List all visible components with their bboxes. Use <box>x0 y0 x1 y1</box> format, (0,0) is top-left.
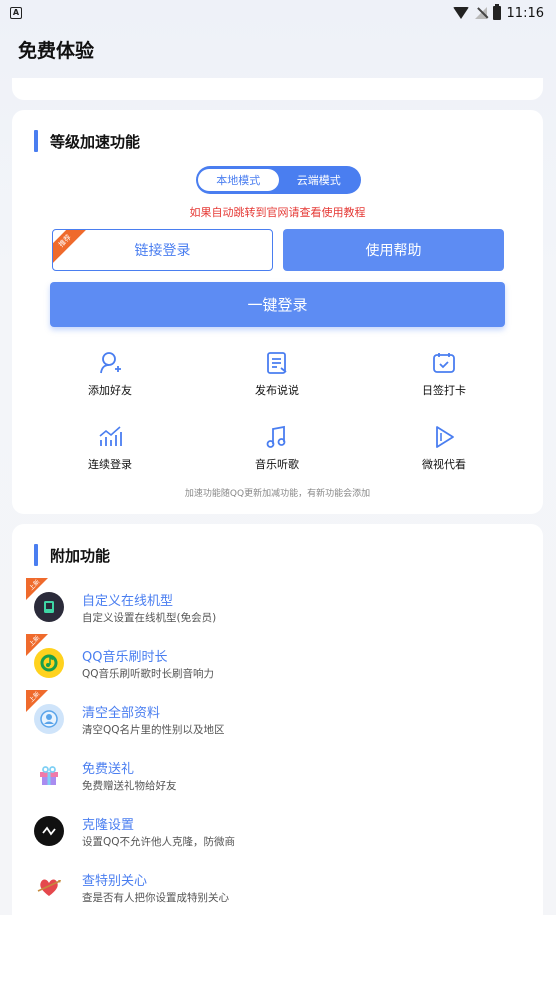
item-desc: 清空QQ名片里的性别以及地区 <box>82 724 225 736</box>
extra-section-header: 附加功能 <box>34 544 110 566</box>
extra-item-clone-setting[interactable]: 克隆设置 设置QQ不允许他人克隆，防微商 <box>12 808 543 856</box>
mode-local-tab[interactable]: 本地模式 <box>198 169 279 191</box>
feature-checkin[interactable]: 日签打卡 <box>384 350 504 398</box>
extra-item-free-gift[interactable]: 免费送礼 免费赠送礼物给好友 <box>12 752 543 800</box>
extra-item-special-care[interactable]: 查特别关心 查是否有人把你设置成特别关心 <box>12 864 543 912</box>
clone-icon <box>34 816 64 846</box>
status-bar: A 11:16 <box>0 0 556 26</box>
one-click-login-button[interactable]: 一键登录 <box>50 282 505 327</box>
new-tag: 上新 <box>26 634 48 656</box>
app-screen: A 11:16 免费体验 等级加速功能 本地模式 云端模式 如果自动跳转到官网请… <box>0 0 556 915</box>
wifi-icon <box>452 7 469 19</box>
item-desc: 查是否有人把你设置成特别关心 <box>82 892 229 904</box>
speed-footnote: 加速功能随QQ更新加减功能，有新功能会添加 <box>184 489 371 499</box>
app-notification-icon: A <box>10 7 22 19</box>
no-signal-icon <box>474 7 487 19</box>
redirect-notice: 如果自动跳转到官网请查看使用教程 <box>189 206 366 219</box>
feature-add-friend[interactable]: 添加好友 <box>50 350 170 398</box>
chart-icon <box>99 426 122 446</box>
status-icons: 11:16 <box>452 4 544 21</box>
post-icon <box>267 352 287 374</box>
item-desc: QQ音乐刷听歌时长刷音响力 <box>82 668 215 680</box>
page-title: 免费体验 <box>18 40 95 62</box>
heart-icon <box>34 872 64 902</box>
battery-icon <box>492 4 501 20</box>
clock: 11:16 <box>506 5 544 21</box>
item-desc: 自定义设置在线机型(免会员) <box>82 612 217 624</box>
feature-label: 日签打卡 <box>422 384 466 397</box>
previous-card-bottom <box>12 78 543 100</box>
recommend-ribbon: 推荐 <box>53 230 89 265</box>
add-friend-icon <box>100 352 121 374</box>
extra-card: 附加功能 上新 自定义在线机型 自定义设置在线机型(免会员) 上新 QQ音乐刷时… <box>12 524 543 915</box>
item-title: 自定义在线机型 <box>82 594 174 609</box>
link-login-label: 链接登录 <box>134 243 191 259</box>
new-tag: 上新 <box>26 578 48 600</box>
feature-label: 音乐听歌 <box>255 458 299 471</box>
play-icon <box>436 426 454 448</box>
section-title: 附加功能 <box>50 546 111 565</box>
mode-switch: 本地模式 云端模式 <box>196 166 361 194</box>
new-tag: 上新 <box>26 690 48 712</box>
feature-label: 微视代看 <box>422 458 466 471</box>
section-title: 等级加速功能 <box>50 132 141 151</box>
item-desc: 设置QQ不允许他人克隆，防微商 <box>82 836 236 848</box>
item-desc: 免费赠送礼物给好友 <box>82 780 177 792</box>
feature-post[interactable]: 发布说说 <box>217 350 337 398</box>
link-login-button[interactable]: 推荐 链接登录 <box>52 229 273 271</box>
help-button[interactable]: 使用帮助 <box>283 229 504 271</box>
feature-label: 添加好友 <box>88 384 132 397</box>
checkin-icon <box>433 353 455 373</box>
feature-continuous-login[interactable]: 连续登录 <box>50 424 170 472</box>
feature-label: 发布说说 <box>255 384 299 397</box>
music-icon <box>266 425 286 448</box>
item-title: QQ音乐刷时长 <box>82 650 168 665</box>
section-accent-bar <box>34 130 38 152</box>
item-title: 克隆设置 <box>82 818 135 833</box>
section-accent-bar <box>34 544 38 566</box>
mode-cloud-tab[interactable]: 云端模式 <box>279 169 360 191</box>
extra-item-qqmusic[interactable]: 上新 QQ音乐刷时长 QQ音乐刷听歌时长刷音响力 <box>12 634 543 688</box>
speed-section-header: 等级加速功能 <box>34 130 140 152</box>
feature-music[interactable]: 音乐听歌 <box>217 424 337 472</box>
help-label: 使用帮助 <box>365 243 422 259</box>
feature-video[interactable]: 微视代看 <box>384 424 504 472</box>
item-title: 查特别关心 <box>82 874 148 889</box>
gift-icon <box>34 760 64 790</box>
speed-card: 等级加速功能 本地模式 云端模式 如果自动跳转到官网请查看使用教程 推荐 链接登… <box>12 110 543 514</box>
item-title: 免费送礼 <box>82 762 135 777</box>
item-title: 清空全部资料 <box>82 706 161 721</box>
extra-item-custom-model[interactable]: 上新 自定义在线机型 自定义设置在线机型(免会员) <box>12 578 543 632</box>
feature-label: 连续登录 <box>88 458 132 471</box>
one-click-login-label: 一键登录 <box>247 296 308 314</box>
extra-item-clear-profile[interactable]: 上新 清空全部资料 清空QQ名片里的性别以及地区 <box>12 690 543 744</box>
